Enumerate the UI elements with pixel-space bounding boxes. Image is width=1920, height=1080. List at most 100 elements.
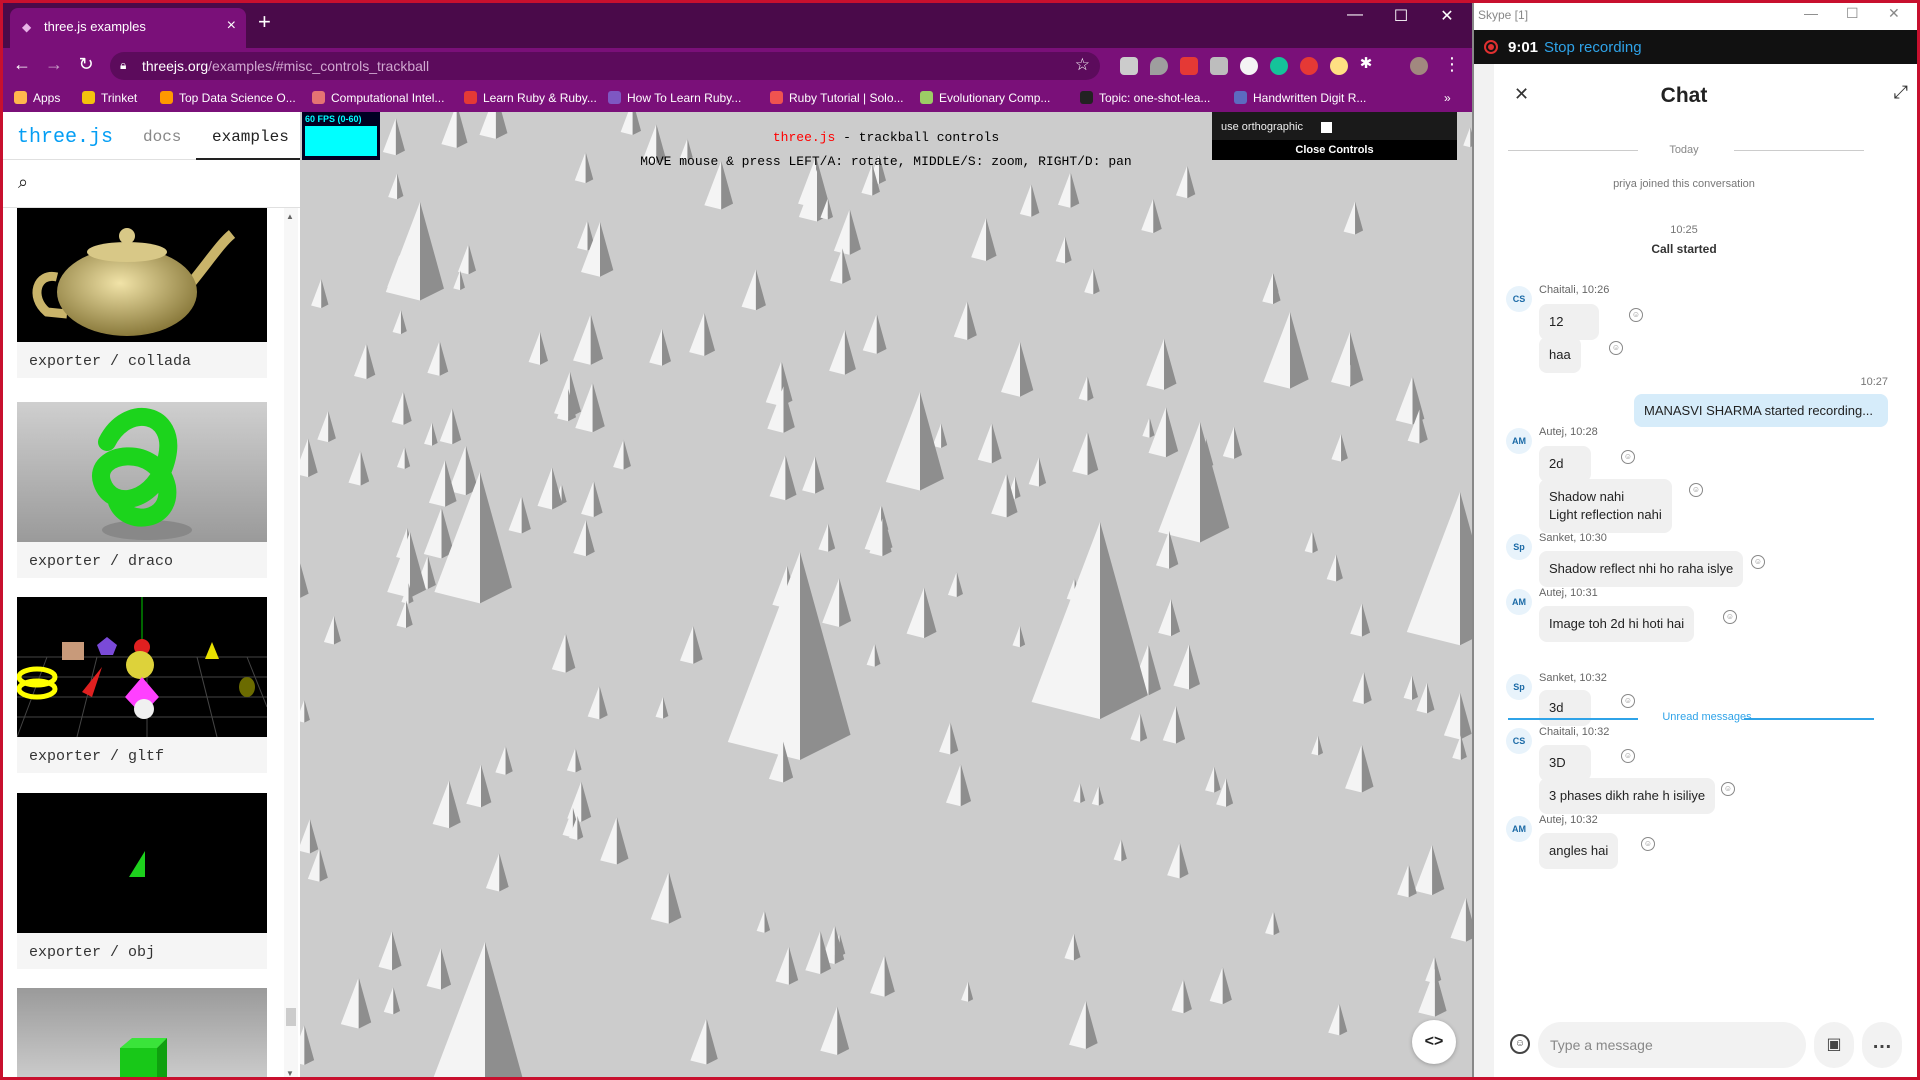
message-bubble[interactable]: Shadow reflect nhi ho raha islye [1539, 551, 1744, 587]
bookmark-item[interactable]: Trinket [82, 91, 137, 105]
forward-icon[interactable]: → [42, 54, 66, 75]
example-label: exporter / gltf [29, 748, 165, 765]
minimize-icon[interactable]: — [1340, 6, 1370, 24]
scroll-down-icon[interactable]: ▼ [286, 1069, 294, 1078]
bookmark-item[interactable]: Learn Ruby & Ruby... [464, 91, 597, 105]
message-bubble[interactable]: 3 phases dikh rahe h isiliye [1539, 778, 1716, 814]
color-extension-icon[interactable] [1240, 57, 1258, 75]
example-card[interactable]: exporter / collada [17, 208, 267, 378]
youtube-extension-icon[interactable] [1180, 57, 1198, 75]
bookmark-icon [608, 91, 621, 104]
example-card[interactable] [17, 988, 267, 1080]
avatar[interactable]: AM [1506, 589, 1532, 615]
message-bubble[interactable]: 3D [1539, 745, 1591, 781]
react-emoji-icon[interactable]: ☺ [1751, 555, 1765, 569]
react-emoji-icon[interactable]: ☺ [1621, 694, 1635, 708]
bookmark-item[interactable]: How To Learn Ruby... [608, 91, 741, 105]
message-bubble[interactable]: 2d [1539, 446, 1591, 482]
browser-tab[interactable]: ◆ three.js examples × [10, 8, 246, 48]
maps-extension-icon[interactable] [1150, 57, 1168, 75]
pyramid-face [308, 438, 318, 478]
message-bubble[interactable]: haa [1539, 337, 1581, 373]
pyramid-face [1057, 171, 1071, 208]
maximize-icon[interactable]: ☐ [1386, 6, 1416, 26]
bookmark-icon [1080, 91, 1093, 104]
pyramid-face [971, 218, 987, 262]
threejs-link[interactable]: three.js [773, 130, 835, 145]
avatar[interactable]: Sp [1506, 674, 1532, 700]
example-card[interactable]: exporter / obj [17, 793, 267, 969]
skype-maximize-icon[interactable]: ☐ [1846, 5, 1859, 22]
pyramid-face [449, 780, 461, 829]
bookmark-item[interactable]: Computational Intel... [312, 91, 444, 105]
bookmark-item[interactable]: Evolutionary Comp... [920, 91, 1050, 105]
message-bubble[interactable]: Shadow nahi Light reflection nahi [1539, 479, 1672, 533]
orthographic-checkbox[interactable] [1321, 122, 1332, 133]
stop-recording-button[interactable]: Stop recording [1544, 39, 1642, 56]
threejs-viewport[interactable]: 60 FPS (0-60) three.js - trackball contr… [300, 112, 1472, 1080]
pyramid-face [764, 910, 771, 933]
react-emoji-icon[interactable]: ☺ [1621, 749, 1635, 763]
notification-extension-icon[interactable] [1300, 57, 1318, 75]
avatar[interactable]: Sp [1506, 534, 1532, 560]
tab-close-icon[interactable]: × [227, 17, 236, 35]
back-icon[interactable]: ← [10, 54, 34, 75]
avatar[interactable]: CS [1506, 728, 1532, 754]
bookmark-star-icon[interactable]: ☆ [1075, 55, 1090, 75]
message-bubble[interactable]: 12 [1539, 304, 1599, 340]
pyramid-face [741, 268, 756, 311]
react-emoji-icon[interactable]: ☺ [1723, 610, 1737, 624]
react-emoji-icon[interactable]: ☺ [1629, 308, 1643, 322]
my-message-bubble[interactable]: MANASVI SHARMA started recording... [1634, 394, 1888, 427]
pyramid-face [540, 332, 548, 365]
example-card[interactable]: exporter / draco [17, 402, 267, 578]
bookmark-item[interactable]: Top Data Science O... [160, 91, 296, 105]
expand-icon[interactable]: ⤢ [1894, 82, 1908, 103]
print-extension-icon[interactable] [1210, 57, 1228, 75]
react-emoji-icon[interactable]: ☺ [1641, 837, 1655, 851]
avatar[interactable]: AM [1506, 816, 1532, 842]
tab-examples[interactable]: examples [212, 128, 289, 146]
puzzle-extensions-icon[interactable]: ✱ [1354, 54, 1378, 72]
close-window-icon[interactable]: ✕ [1432, 6, 1462, 26]
react-emoji-icon[interactable]: ☺ [1689, 483, 1703, 497]
address-bar[interactable]: 🔒︎ threejs.org/examples/#misc_controls_t… [110, 52, 1100, 80]
example-card[interactable]: exporter / gltf [17, 597, 267, 773]
search-field[interactable]: ⌕ [0, 160, 300, 208]
scroll-up-icon[interactable]: ▲ [286, 212, 294, 221]
message-bubble[interactable]: angles hai [1539, 833, 1619, 869]
react-emoji-icon[interactable]: ☺ [1609, 341, 1623, 355]
grammarly-icon[interactable] [1270, 57, 1288, 75]
pyramid-face [427, 555, 436, 590]
skype-minimize-icon[interactable]: — [1804, 5, 1818, 21]
pyramid-face [366, 343, 376, 380]
close-controls-button[interactable]: Close Controls [1212, 140, 1457, 160]
menu-dots-icon[interactable]: ⋮ [1440, 54, 1464, 75]
react-emoji-icon[interactable]: ☺ [1621, 450, 1635, 464]
mouse-extension-icon[interactable] [1330, 57, 1348, 75]
threejs-logo[interactable]: three.js [17, 126, 113, 149]
reload-icon[interactable]: ↻ [74, 54, 98, 75]
new-tab-button[interactable]: + [258, 11, 271, 33]
attach-file-icon[interactable]: ▣ [1814, 1022, 1854, 1068]
tab-docs[interactable]: docs [143, 128, 181, 146]
avatar[interactable]: CS [1506, 286, 1532, 312]
extension-icon[interactable] [1120, 57, 1138, 75]
bookmark-item[interactable]: Handwritten Digit R... [1234, 91, 1366, 105]
more-bookmarks-icon[interactable]: » [1444, 91, 1451, 105]
bookmark-item[interactable]: Apps [14, 91, 60, 105]
bookmark-item[interactable]: Ruby Tutorial | Solo... [770, 91, 904, 105]
avatar[interactable]: AM [1506, 428, 1532, 454]
react-emoji-icon[interactable]: ☺ [1721, 782, 1735, 796]
message-bubble[interactable]: Image toh 2d hi hoti hai [1539, 606, 1695, 642]
more-options-icon[interactable]: … [1862, 1022, 1902, 1068]
emoji-button[interactable]: ☺ [1510, 1034, 1530, 1054]
message-input[interactable]: Type a message [1538, 1022, 1806, 1068]
skype-close-icon[interactable]: ✕ [1888, 5, 1900, 22]
pyramid-face [1226, 778, 1234, 807]
profile-avatar[interactable] [1410, 57, 1428, 75]
scrollbar-thumb[interactable] [286, 1008, 296, 1026]
view-source-button[interactable]: <> [1412, 1020, 1456, 1064]
sidebar-scrollbar[interactable]: ▲ ▼ [284, 208, 298, 1080]
bookmark-item[interactable]: Topic: one-shot-lea... [1080, 91, 1210, 105]
